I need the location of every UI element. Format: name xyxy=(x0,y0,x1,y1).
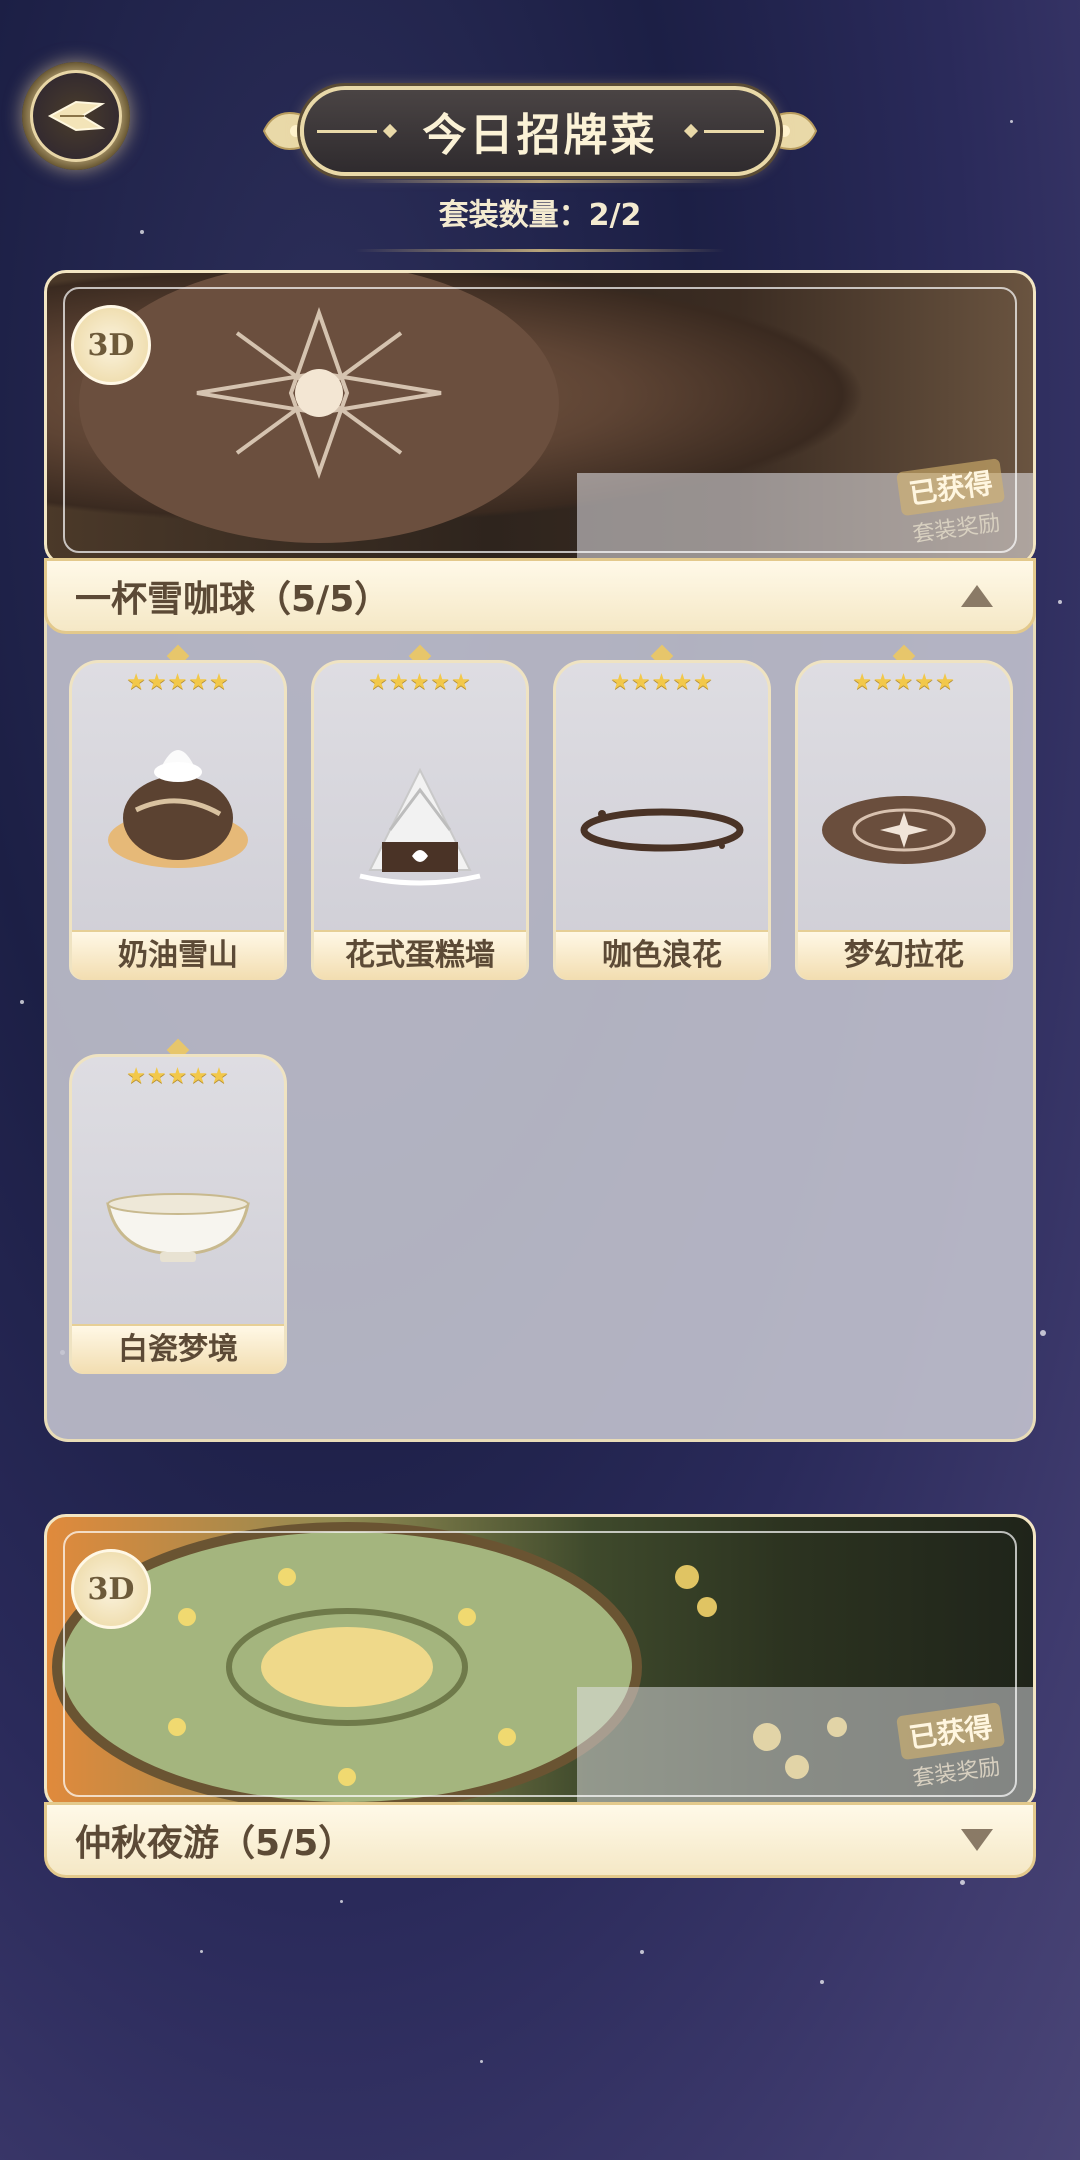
item-card[interactable]: ★★★★★ 奶油雪山 xyxy=(69,640,287,980)
item-name: 白瓷梦境 xyxy=(72,1324,284,1374)
rarity-stars: ★★★★★ xyxy=(126,1064,230,1089)
set-banner[interactable]: 3D 已获得 套装奖励 xyxy=(44,270,1036,566)
rarity-stars: ★★★★★ xyxy=(368,670,472,695)
caret-up-icon[interactable] xyxy=(961,585,993,607)
item-name: 梦幻拉花 xyxy=(798,930,1010,980)
coffee-wave-image xyxy=(580,808,744,852)
set-count-label: 套装数量：2/2 xyxy=(438,198,642,233)
back-button[interactable] xyxy=(22,62,130,170)
cream-mountain-image xyxy=(108,750,248,868)
set-name-bar[interactable]: 仲秋夜游（5/5） xyxy=(44,1802,1036,1878)
owned-stamp: 已获得 套装奖励 xyxy=(896,458,1010,550)
set-card-mid-autumn: 3D 已获得 套装奖励 仲秋夜游（5/5） xyxy=(44,1514,1036,1878)
set-count: 套装数量：2/2 xyxy=(355,180,725,254)
item-name: 咖色浪花 xyxy=(556,930,768,980)
rarity-stars: ★★★★★ xyxy=(610,670,714,695)
latte-art-image xyxy=(822,796,986,864)
rarity-stars: ★★★★★ xyxy=(852,670,956,695)
cake-wall-image xyxy=(359,767,481,886)
3d-view-button[interactable]: 3D xyxy=(71,1549,151,1629)
set-name-bar[interactable]: 一杯雪咖球（5/5） xyxy=(44,558,1036,634)
set-banner[interactable]: 3D 已获得 套装奖励 xyxy=(44,1514,1036,1810)
item-name: 花式蛋糕墙 xyxy=(314,930,526,980)
owned-stamp: 已获得 套装奖励 xyxy=(896,1702,1010,1794)
set-items-panel: ★★★★★ 奶油雪山 ★★★★★ 花式蛋糕墙 ★★★★★ 咖色浪花 ★★★★★ … xyxy=(44,610,1036,1442)
set-name: 一杯雪咖球（5/5） xyxy=(75,579,391,620)
item-card[interactable]: ★★★★★ 咖色浪花 xyxy=(553,640,771,980)
rarity-stars: ★★★★★ xyxy=(126,670,230,695)
item-name: 奶油雪山 xyxy=(72,930,284,980)
page-title: 今日招牌菜 xyxy=(422,110,658,161)
header-title-plate: 今日招牌菜 xyxy=(260,78,820,184)
caret-down-icon[interactable] xyxy=(961,1829,993,1851)
set-name: 仲秋夜游（5/5） xyxy=(75,1823,355,1864)
item-card[interactable]: ★★★★★ 白瓷梦境 xyxy=(69,1034,287,1374)
item-card[interactable]: ★★★★★ 梦幻拉花 xyxy=(795,640,1013,980)
set-card-coffee: ★★★★★ 奶油雪山 ★★★★★ 花式蛋糕墙 ★★★★★ 咖色浪花 ★★★★★ … xyxy=(44,270,1036,1442)
back-wing-icon xyxy=(47,100,106,132)
porcelain-dream-image xyxy=(106,1193,250,1262)
item-card[interactable]: ★★★★★ 花式蛋糕墙 xyxy=(311,640,529,980)
3d-view-button[interactable]: 3D xyxy=(71,305,151,385)
